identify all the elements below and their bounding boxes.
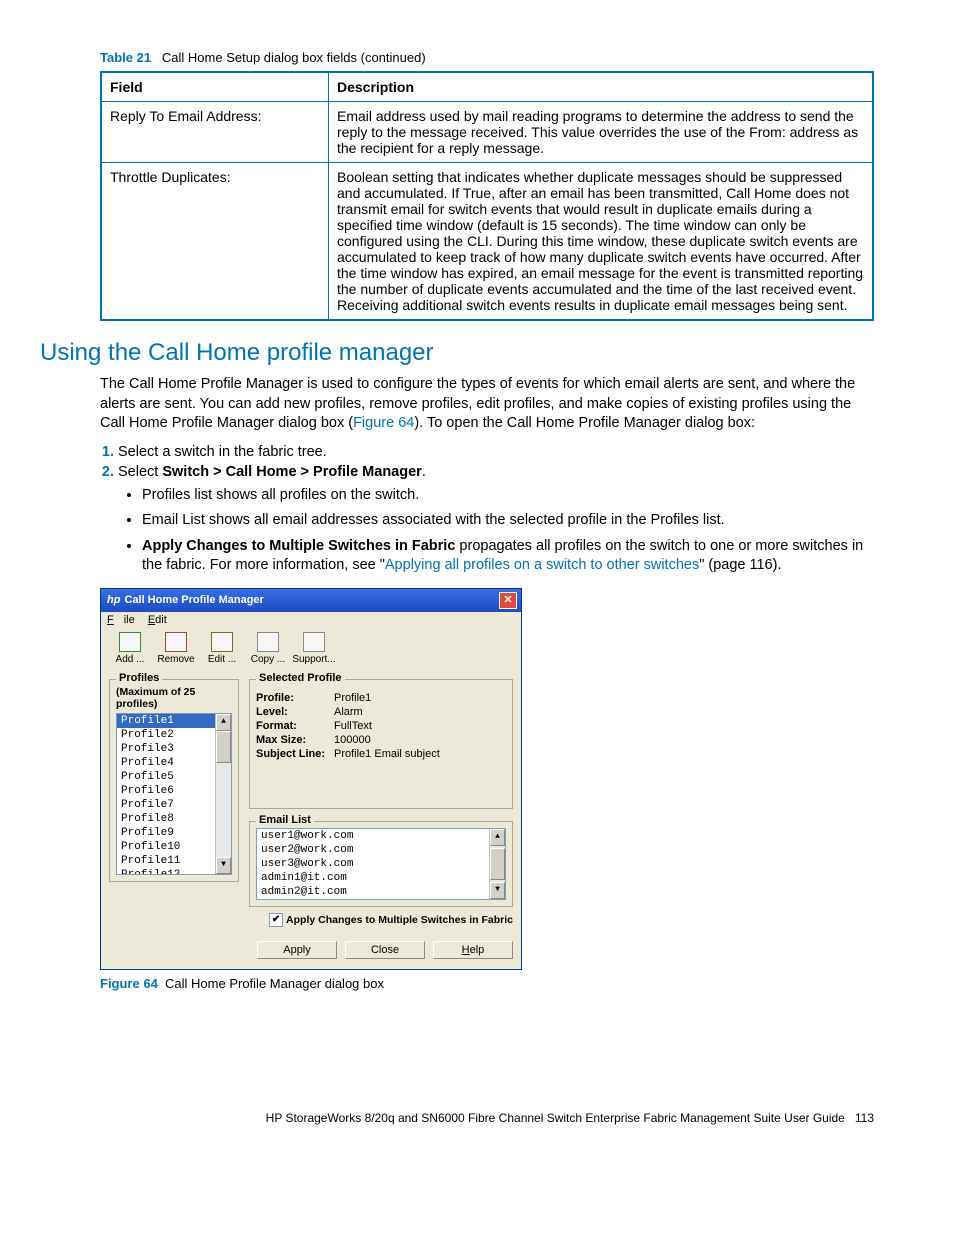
scroll-up-icon[interactable]: ▲ bbox=[216, 714, 231, 731]
bullet-2: Email List shows all email addresses ass… bbox=[142, 511, 874, 531]
sub-bullets: Profiles list shows all profiles on the … bbox=[142, 486, 874, 576]
table-row: Reply To Email Address: Email address us… bbox=[101, 102, 873, 163]
edit-button[interactable]: Edit ... bbox=[199, 632, 245, 665]
checkbox-icon[interactable]: ✔ bbox=[269, 913, 283, 927]
figure-link[interactable]: Figure 64 bbox=[353, 415, 414, 431]
bullet-1: Profiles list shows all profiles on the … bbox=[142, 486, 874, 506]
figure-caption: Figure 64 Call Home Profile Manager dial… bbox=[100, 976, 874, 991]
list-item[interactable]: user2@work.com bbox=[257, 843, 505, 857]
support-button[interactable]: Support... bbox=[291, 632, 337, 665]
list-item[interactable]: Profile10 bbox=[117, 840, 231, 854]
desc-cell: Boolean setting that indicates whether d… bbox=[329, 163, 874, 321]
step-2: Select Switch > Call Home > Profile Mana… bbox=[118, 464, 874, 576]
table-caption: Table 21 Call Home Setup dialog box fiel… bbox=[100, 50, 874, 65]
add-button[interactable]: Add ... bbox=[107, 632, 153, 665]
close-button[interactable]: Close bbox=[345, 941, 425, 959]
profiles-group: Profiles (Maximum of 25 profiles) Profil… bbox=[109, 679, 239, 882]
titlebar[interactable]: hp Call Home Profile Manager ✕ bbox=[101, 589, 521, 612]
steps-list: Select a switch in the fabric tree. Sele… bbox=[100, 444, 874, 576]
add-icon bbox=[119, 632, 141, 652]
list-item[interactable]: Profile3 bbox=[117, 742, 231, 756]
col-description: Description bbox=[329, 72, 874, 102]
table-caption-text: Call Home Setup dialog box fields (conti… bbox=[162, 50, 426, 65]
section-heading: Using the Call Home profile manager bbox=[40, 339, 874, 367]
list-item[interactable]: user3@work.com bbox=[257, 857, 505, 871]
list-item[interactable]: Profile8 bbox=[117, 812, 231, 826]
hp-logo-icon: hp bbox=[107, 594, 120, 606]
scroll-down-icon[interactable]: ▼ bbox=[490, 882, 505, 899]
scroll-down-icon[interactable]: ▼ bbox=[216, 857, 231, 874]
list-item[interactable]: Profile1 bbox=[117, 714, 231, 728]
list-item[interactable]: Profile12 bbox=[117, 868, 231, 875]
list-item[interactable]: Profile9 bbox=[117, 826, 231, 840]
window-title: Call Home Profile Manager bbox=[124, 594, 263, 606]
bullet-3: Apply Changes to Multiple Switches in Fa… bbox=[142, 537, 874, 576]
table-row: Throttle Duplicates: Boolean setting tha… bbox=[101, 163, 873, 321]
page-footer: HP StorageWorks 8/20q and SN6000 Fibre C… bbox=[100, 1111, 874, 1125]
list-item[interactable]: Profile2 bbox=[117, 728, 231, 742]
menubar: File Edit bbox=[101, 612, 521, 628]
email-scrollbar[interactable]: ▲ ▼ bbox=[489, 829, 505, 899]
desc-cell: Email address used by mail reading progr… bbox=[329, 102, 874, 163]
scroll-thumb[interactable] bbox=[490, 848, 505, 880]
apply-button[interactable]: Apply bbox=[257, 941, 337, 959]
profiles-listbox[interactable]: Profile1 Profile2 Profile3 Profile4 Prof… bbox=[116, 713, 232, 875]
profiles-scrollbar[interactable]: ▲ ▼ bbox=[215, 714, 231, 874]
copy-icon bbox=[257, 632, 279, 652]
remove-button[interactable]: Remove bbox=[153, 632, 199, 665]
list-item[interactable]: user1@work.com bbox=[257, 829, 505, 843]
apply-multiple-checkbox[interactable]: ✔ Apply Changes to Multiple Switches in … bbox=[269, 913, 513, 927]
help-button[interactable]: Help bbox=[433, 941, 513, 959]
scroll-up-icon[interactable]: ▲ bbox=[490, 829, 505, 846]
toolbar: Add ... Remove Edit ... Copy ... Support… bbox=[101, 628, 521, 665]
list-item[interactable]: Profile7 bbox=[117, 798, 231, 812]
table-caption-label: Table 21 bbox=[100, 50, 151, 65]
list-item[interactable]: Profile11 bbox=[117, 854, 231, 868]
profile-manager-dialog: hp Call Home Profile Manager ✕ File Edit… bbox=[100, 588, 522, 970]
scroll-thumb[interactable] bbox=[216, 731, 231, 763]
edit-icon bbox=[211, 632, 233, 652]
col-field: Field bbox=[101, 72, 329, 102]
selected-profile-group: Selected Profile Profile:Profile1 Level:… bbox=[249, 679, 513, 809]
copy-button[interactable]: Copy ... bbox=[245, 632, 291, 665]
support-icon bbox=[303, 632, 325, 652]
menu-file[interactable]: File bbox=[107, 614, 135, 626]
apply-link[interactable]: Applying all profiles on a switch to oth… bbox=[385, 557, 699, 573]
list-item[interactable]: Profile6 bbox=[117, 784, 231, 798]
email-listbox[interactable]: user1@work.com user2@work.com user3@work… bbox=[256, 828, 506, 900]
close-icon[interactable]: ✕ bbox=[499, 592, 517, 609]
intro-paragraph: The Call Home Profile Manager is used to… bbox=[100, 375, 874, 434]
field-cell: Throttle Duplicates: bbox=[101, 163, 329, 321]
remove-icon bbox=[165, 632, 187, 652]
fields-table: Field Description Reply To Email Address… bbox=[100, 71, 874, 321]
list-item[interactable]: Profile5 bbox=[117, 770, 231, 784]
field-cell: Reply To Email Address: bbox=[101, 102, 329, 163]
step-1: Select a switch in the fabric tree. bbox=[118, 444, 874, 460]
max-profiles-note: (Maximum of 25 profiles) bbox=[116, 686, 232, 710]
list-item[interactable]: admin1@it.com bbox=[257, 871, 505, 885]
list-item[interactable]: Profile4 bbox=[117, 756, 231, 770]
email-list-group: Email List user1@work.com user2@work.com… bbox=[249, 821, 513, 907]
menu-edit[interactable]: Edit bbox=[148, 614, 167, 626]
list-item[interactable]: admin2@it.com bbox=[257, 885, 505, 899]
